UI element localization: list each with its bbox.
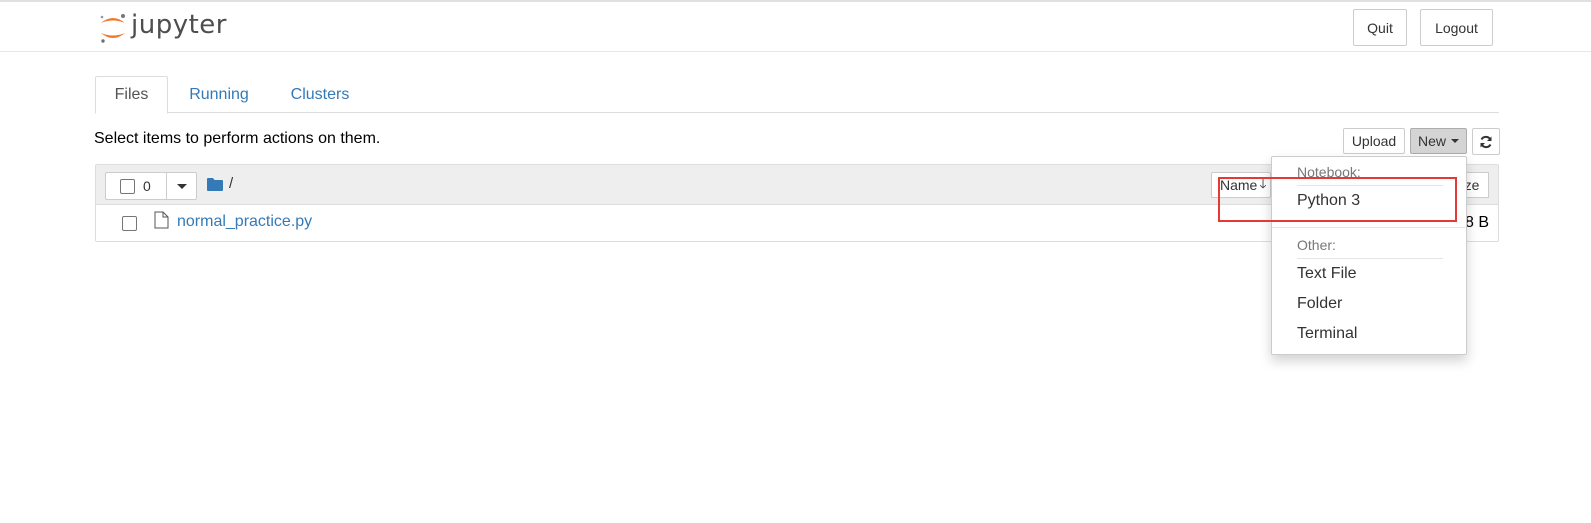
caret-down-icon <box>1451 139 1459 143</box>
caret-down-icon <box>176 183 187 189</box>
select-all-checkbox[interactable] <box>120 178 135 194</box>
new-dropdown-button[interactable]: New <box>1410 128 1467 154</box>
select-dropdown-toggle[interactable] <box>167 172 197 200</box>
new-text-file-item[interactable]: Text File <box>1272 260 1466 288</box>
select-all-box[interactable]: 0 <box>105 172 167 200</box>
header-bar: jupyter Quit Logout <box>0 2 1591 52</box>
file-icon <box>154 211 169 229</box>
row-checkbox[interactable] <box>122 216 137 231</box>
jupyter-logo[interactable]: jupyter <box>97 8 227 48</box>
upload-button[interactable]: Upload <box>1343 128 1405 154</box>
quit-button[interactable]: Quit <box>1353 9 1407 46</box>
file-size: 8 B <box>1465 214 1490 231</box>
file-link[interactable]: normal_practice.py <box>177 213 312 231</box>
tab-clusters[interactable]: Clusters <box>275 76 365 113</box>
breadcrumb-path[interactable]: / <box>229 175 233 192</box>
jupyter-logo-icon <box>100 14 125 43</box>
logout-button[interactable]: Logout <box>1420 9 1493 46</box>
selected-count: 0 <box>143 178 151 194</box>
tab-running[interactable]: Running <box>183 76 255 113</box>
folder-icon[interactable] <box>207 177 223 191</box>
logo-text: jupyter <box>131 10 227 40</box>
selection-hint: Select items to perform actions on them. <box>94 130 381 147</box>
select-control: 0 <box>105 172 197 200</box>
new-terminal-item[interactable]: Terminal <box>1272 320 1466 348</box>
divider <box>1297 258 1443 259</box>
other-section-header: Other: <box>1297 237 1336 253</box>
highlight-box <box>1218 177 1457 222</box>
tab-files[interactable]: Files <box>95 76 168 114</box>
refresh-button[interactable] <box>1472 128 1500 155</box>
tab-bar: Files Running Clusters <box>95 76 1499 114</box>
divider <box>1272 227 1466 228</box>
new-button-label: New <box>1417 133 1446 149</box>
new-folder-item[interactable]: Folder <box>1272 290 1466 318</box>
refresh-icon <box>1480 135 1492 148</box>
